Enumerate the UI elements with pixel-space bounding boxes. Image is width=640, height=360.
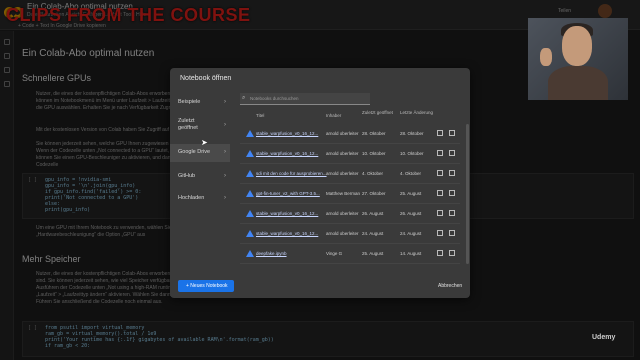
cancel-button[interactable]: Abbrechen: [438, 283, 462, 289]
table-row[interactable]: deepfake.ipynb Vinge G 25. August 14. Au…: [240, 244, 460, 264]
webcam-overlay: [528, 18, 628, 100]
column-owner[interactable]: Inhaber: [326, 113, 341, 118]
sidebar-item-upload[interactable]: Hochladen ›: [170, 190, 230, 208]
file-opened: 10. Oktober: [362, 151, 386, 156]
sidebar-item-github[interactable]: GitHub ›: [170, 168, 230, 186]
chevron-right-icon: ›: [224, 195, 226, 201]
drive-file-icon: [246, 130, 254, 138]
file-modified: 26. August: [400, 211, 422, 216]
file-modified: 24. August: [400, 231, 422, 236]
table-row[interactable]: sdi mit den code für ausprobieren... arn…: [240, 164, 460, 184]
list-scrollbar[interactable]: [466, 124, 469, 264]
table-row[interactable]: stable_warpfusion_v0_16_12... arnold obe…: [240, 204, 460, 224]
search-input[interactable]: ⌕ Notebooks durchsuchen: [240, 93, 370, 105]
file-name[interactable]: stable_warpfusion_v0_16_12...: [256, 231, 318, 236]
file-owner: Vinge G: [326, 251, 343, 256]
open-folder-icon[interactable]: [437, 130, 443, 136]
drive-file-icon: [246, 210, 254, 218]
open-new-tab-icon[interactable]: [449, 170, 455, 176]
file-name[interactable]: gpt-fin-tuner_v2_with GPT-3.5...: [256, 191, 320, 196]
udemy-watermark: Udemy: [592, 334, 616, 341]
file-owner: arnold oberleiter: [326, 211, 359, 216]
file-owner: arnold oberleiter: [326, 171, 359, 176]
open-new-tab-icon[interactable]: [449, 250, 455, 256]
table-row[interactable]: stable_warpfusion_v0_16_12... arnold obe…: [240, 124, 460, 144]
table-row[interactable]: stable_warpfusion_v0_16_12... arnold obe…: [240, 144, 460, 164]
dialog-title: Notebook öffnen: [180, 75, 232, 82]
chevron-right-icon: ›: [224, 149, 226, 155]
column-modified[interactable]: Letzte Änderung: [400, 110, 433, 115]
chevron-right-icon: ›: [224, 122, 226, 128]
file-opened: 25. August: [362, 251, 384, 256]
dialog-sidebar: Beispiele › Zuletzt geöffnet › Google Driv…: [170, 88, 230, 268]
drive-file-icon: [246, 150, 254, 158]
file-modified: 4. Oktober: [400, 171, 422, 176]
file-owner: arnold oberleiter: [326, 151, 359, 156]
open-folder-icon[interactable]: [437, 210, 443, 216]
drive-file-icon: [246, 170, 254, 178]
open-folder-icon[interactable]: [437, 170, 443, 176]
search-icon: ⌕: [242, 95, 246, 101]
file-name[interactable]: sdi mit den code für ausprobieren...: [256, 171, 327, 176]
file-opened: 28. Oktober: [362, 131, 386, 136]
open-folder-icon[interactable]: [437, 230, 443, 236]
file-modified: 25. August: [400, 191, 422, 196]
new-notebook-button[interactable]: + Neues Notebook: [178, 280, 234, 292]
drive-file-icon: [246, 230, 254, 238]
open-notebook-dialog: Notebook öffnen Beispiele › Zuletzt geöff…: [170, 68, 470, 298]
open-new-tab-icon[interactable]: [449, 150, 455, 156]
file-modified: 28. Oktober: [400, 131, 424, 136]
table-row[interactable]: gpt-fin-tuner_v2_with GPT-3.5... Matthew…: [240, 184, 460, 204]
file-name[interactable]: stable_warpfusion_v0_16_12...: [256, 131, 318, 136]
mouse-cursor-icon: ➤: [201, 138, 208, 147]
file-opened: 24. August: [362, 231, 384, 236]
file-name[interactable]: stable_warpfusion_v0_16_12...: [256, 211, 318, 216]
open-folder-icon[interactable]: [437, 150, 443, 156]
open-folder-icon[interactable]: [437, 190, 443, 196]
open-folder-icon[interactable]: [437, 250, 443, 256]
drive-file-icon: [246, 190, 254, 198]
open-new-tab-icon[interactable]: [449, 130, 455, 136]
sidebar-item-recent[interactable]: Zuletzt geöffnet ›: [170, 112, 230, 142]
file-owner: Matthew Berman: [326, 191, 361, 196]
open-new-tab-icon[interactable]: [449, 210, 455, 216]
file-name[interactable]: stable_warpfusion_v0_16_12...: [256, 151, 318, 156]
column-title[interactable]: Titel: [256, 113, 264, 118]
file-name[interactable]: deepfake.ipynb: [256, 251, 287, 256]
file-owner: arnold oberleiter: [326, 131, 359, 136]
table-row[interactable]: stable_warpfusion_v0_16_12... arnold obe…: [240, 224, 460, 244]
chevron-right-icon: ›: [224, 173, 226, 179]
drive-file-icon: [246, 250, 254, 258]
table-header: Titel Inhaber Zuletzt geöffnet Letzte Än…: [240, 108, 465, 122]
open-new-tab-icon[interactable]: [449, 230, 455, 236]
sidebar-item-google-drive[interactable]: Google Drive ›: [170, 144, 230, 162]
chevron-right-icon: ›: [224, 99, 226, 105]
file-opened: 27. Oktober: [362, 191, 386, 196]
file-opened: 26. August: [362, 211, 384, 216]
file-modified: 10. Oktober: [400, 151, 424, 156]
sidebar-item-beispiele[interactable]: Beispiele ›: [170, 94, 230, 112]
file-modified: 14. August: [400, 251, 422, 256]
file-opened: 4. Oktober: [362, 171, 384, 176]
column-opened[interactable]: Zuletzt geöffnet: [362, 110, 394, 115]
file-owner: arnold oberleiter: [326, 231, 359, 236]
open-new-tab-icon[interactable]: [449, 190, 455, 196]
